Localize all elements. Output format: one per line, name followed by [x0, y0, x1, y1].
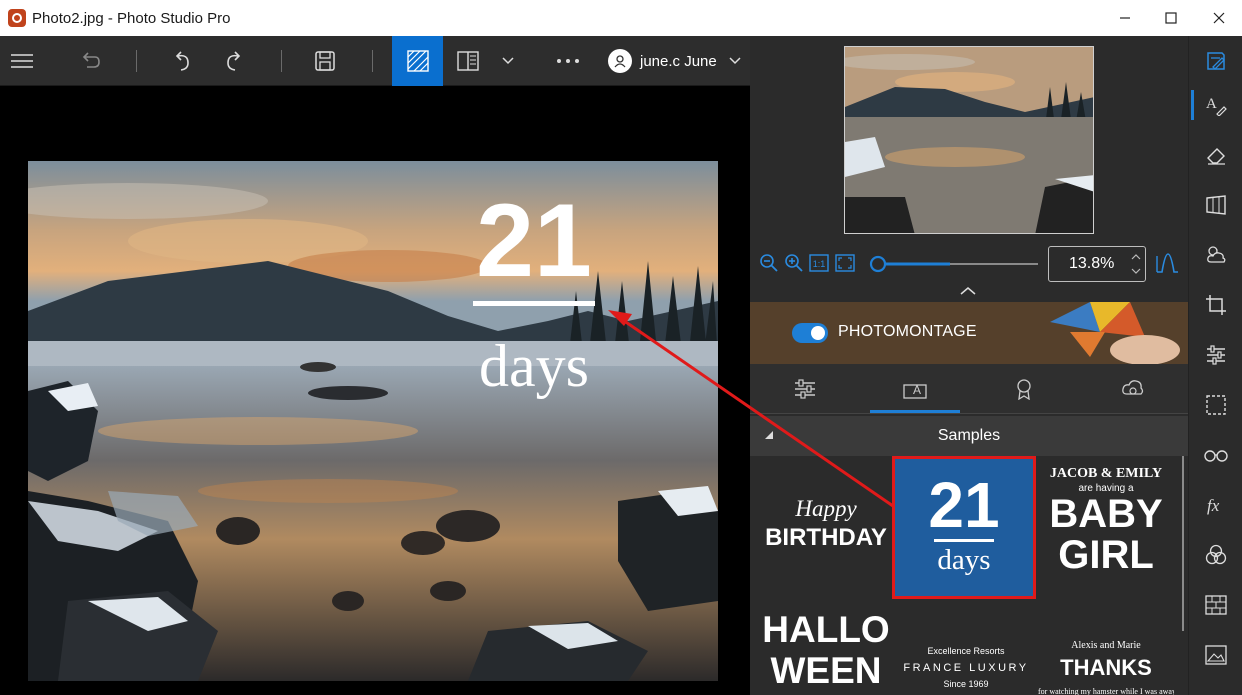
- revert-icon[interactable]: [68, 36, 112, 86]
- chevron-down-icon[interactable]: [488, 36, 528, 86]
- texture-icon[interactable]: [1201, 590, 1231, 620]
- user-account[interactable]: june.c June: [608, 36, 741, 86]
- svg-text:fx: fx: [1207, 496, 1220, 515]
- user-name: june.c June: [640, 52, 717, 70]
- badge-icon: [1017, 379, 1031, 400]
- panel-tabs: A: [750, 364, 1188, 414]
- crop-icon[interactable]: [1201, 290, 1231, 320]
- sample-happy-line2: BIRTHDAY: [765, 524, 887, 551]
- samples-grid: Happy BIRTHDAY 21 days JACOB & EMILY are…: [750, 456, 1188, 695]
- zoom-controls: 1:1 13.8%: [750, 244, 1188, 284]
- photomontage-toggle[interactable]: [792, 323, 828, 343]
- active-tab-indicator: [870, 410, 960, 413]
- sample-happy-birthday[interactable]: Happy BIRTHDAY: [758, 496, 894, 552]
- eraser-icon[interactable]: [1201, 140, 1231, 170]
- zoom-out-icon[interactable]: [758, 252, 780, 274]
- sample-baby-line1: JACOB & EMILY: [1049, 466, 1163, 481]
- color-blend-icon[interactable]: [1201, 540, 1231, 570]
- sample-thanks[interactable]: Alexis and Marie THANKS for watching my …: [1038, 640, 1174, 695]
- collapse-navigator-icon[interactable]: [960, 286, 976, 296]
- photomontage-label: PHOTOMONTAGE: [838, 323, 977, 340]
- maximize-button[interactable]: [1148, 0, 1194, 36]
- perspective-icon[interactable]: [1201, 190, 1231, 220]
- text-frame-icon: A: [903, 383, 927, 399]
- effects-fx-icon[interactable]: fx: [1201, 490, 1231, 520]
- svg-text:A: A: [1206, 96, 1217, 112]
- compare-view-icon[interactable]: [446, 36, 490, 86]
- svg-text:1:1: 1:1: [813, 259, 826, 269]
- svg-text:A: A: [913, 383, 921, 397]
- sample-baby-line3: BABY: [1049, 492, 1163, 536]
- tab-adjustments[interactable]: [760, 364, 850, 414]
- close-button[interactable]: [1196, 0, 1242, 36]
- image-canvas[interactable]: 21 days: [0, 86, 750, 695]
- app-logo-icon: [8, 9, 26, 27]
- sample-baby-girl[interactable]: JACOB & EMILY are having a BABY GIRL: [1038, 466, 1174, 576]
- collapse-triangle-icon: [765, 431, 773, 439]
- overlay-number: 21: [476, 183, 592, 299]
- sample-france-line3: Since 1969: [943, 679, 989, 689]
- tab-text[interactable]: A: [870, 364, 960, 414]
- text-tool-icon[interactable]: A: [1201, 90, 1231, 120]
- main-toolbar: june.c June: [0, 36, 750, 86]
- undo-icon[interactable]: [160, 36, 204, 86]
- sample-days-word: days: [937, 544, 991, 576]
- zoom-value: 13.8%: [1069, 255, 1115, 272]
- image-icon[interactable]: [1201, 640, 1231, 670]
- hamburger-menu-icon[interactable]: [0, 36, 44, 86]
- fit-view-icon[interactable]: [392, 36, 443, 86]
- samples-title: Samples: [937, 427, 1001, 444]
- zoom-slider[interactable]: [864, 254, 1040, 274]
- edit-note-icon[interactable]: [1201, 46, 1231, 76]
- histogram-icon[interactable]: [1154, 252, 1180, 274]
- right-panel: 1:1 13.8% PHOTOMONTAGE A Samples Happy B…: [750, 36, 1188, 695]
- sample-france-luxury[interactable]: Excellence Resorts FRANCE LUXURY Since 1…: [896, 646, 1036, 689]
- tab-stickers[interactable]: [1088, 364, 1178, 414]
- sticker-icon: [1122, 380, 1144, 395]
- samples-scrollbar[interactable]: [1180, 456, 1186, 695]
- window-title: Photo2.jpg - Photo Studio Pro: [32, 9, 231, 27]
- minimize-button[interactable]: [1102, 0, 1148, 36]
- sample-thanks-line1: Alexis and Marie: [1071, 640, 1141, 651]
- adjust-sliders-icon[interactable]: [1201, 340, 1231, 370]
- fit-to-window-icon[interactable]: [834, 252, 856, 274]
- sample-days-number: 21: [928, 469, 1000, 541]
- sample-hallo-line2: WEEN: [770, 650, 882, 691]
- zoom-spinner-icon[interactable]: [1131, 252, 1141, 276]
- sliders-icon: [795, 379, 815, 399]
- user-menu-chevron-icon: [729, 57, 741, 65]
- edited-photo[interactable]: 21 days: [28, 161, 718, 681]
- sample-21-days[interactable]: 21 days: [892, 456, 1036, 599]
- redo-icon[interactable]: [212, 36, 256, 86]
- more-options-icon[interactable]: [546, 36, 590, 86]
- navigator-thumbnail[interactable]: [844, 46, 1094, 234]
- tool-rail: A fx: [1188, 36, 1242, 695]
- selection-icon[interactable]: [1201, 390, 1231, 420]
- actual-size-icon[interactable]: 1:1: [808, 252, 830, 274]
- weather-icon[interactable]: [1201, 240, 1231, 270]
- sample-happy-line1: Happy: [795, 496, 857, 521]
- sample-france-line1: Excellence Resorts: [927, 646, 1005, 656]
- sample-halloween[interactable]: HALLO WEEN: [754, 610, 898, 692]
- tab-badges[interactable]: [979, 364, 1069, 414]
- zoom-in-icon[interactable]: [783, 252, 805, 274]
- red-eye-icon[interactable]: [1201, 440, 1231, 470]
- overlay-word: days: [479, 333, 589, 399]
- save-icon[interactable]: [303, 36, 347, 86]
- samples-header[interactable]: Samples: [750, 416, 1188, 456]
- user-avatar-icon: [608, 49, 632, 73]
- zoom-value-field[interactable]: 13.8%: [1048, 246, 1146, 282]
- sample-hallo-line1: HALLO: [762, 609, 890, 650]
- sample-thanks-line3: for watching my hamster while I was away: [1038, 687, 1174, 695]
- sample-baby-line4: GIRL: [1058, 533, 1154, 577]
- sample-thanks-line2: THANKS: [1060, 655, 1152, 680]
- photomontage-banner[interactable]: PHOTOMONTAGE: [750, 302, 1188, 364]
- title-bar: Photo2.jpg - Photo Studio Pro: [0, 0, 1242, 36]
- sample-france-line2: FRANCE LUXURY: [903, 662, 1029, 674]
- days-text-overlay[interactable]: 21 days: [473, 183, 595, 399]
